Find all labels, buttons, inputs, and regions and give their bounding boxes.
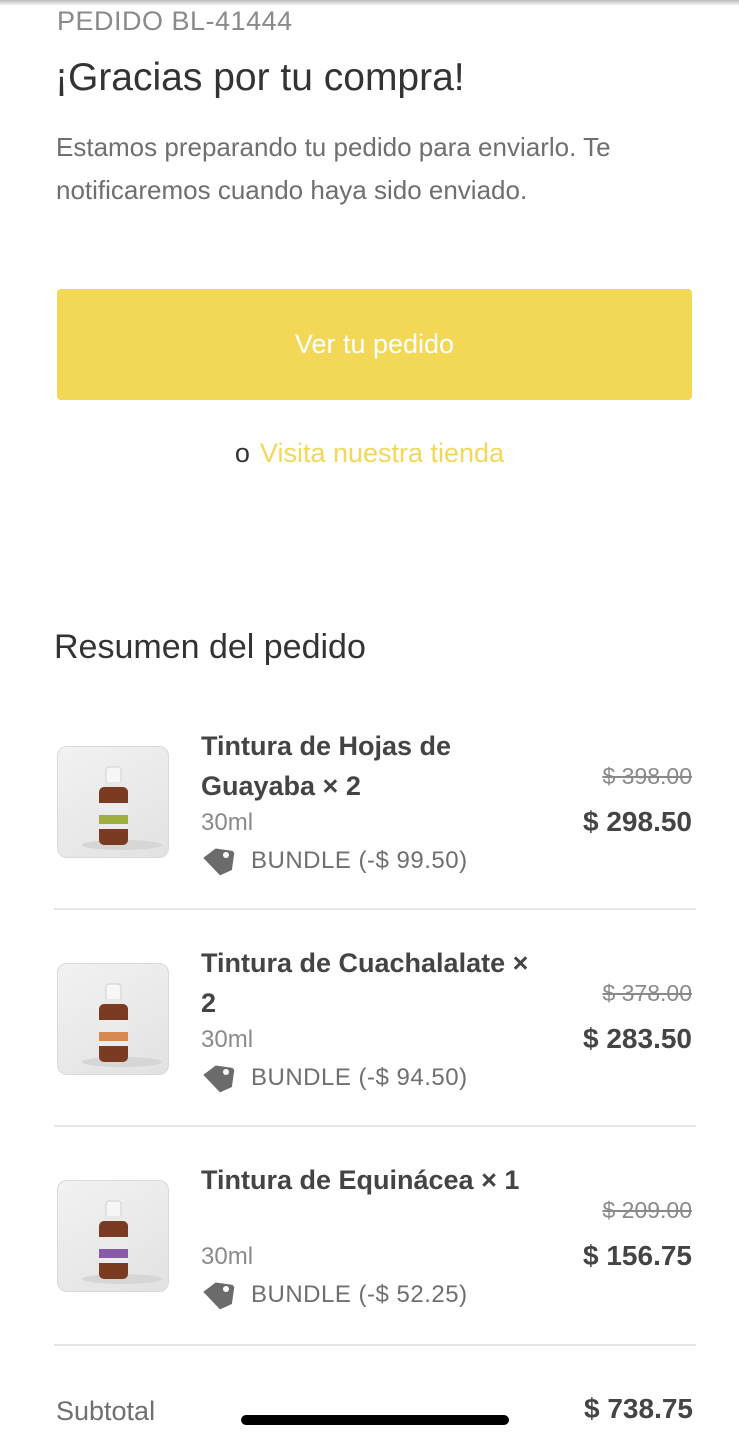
tincture-bottle-icon bbox=[82, 1200, 162, 1284]
view-order-button[interactable]: Ver tu pedido bbox=[57, 289, 692, 400]
tincture-bottle-icon bbox=[82, 983, 162, 1067]
divider bbox=[54, 1125, 696, 1127]
item-variant: 30ml bbox=[201, 1026, 254, 1053]
home-indicator[interactable] bbox=[241, 1415, 509, 1425]
product-image bbox=[57, 1180, 169, 1292]
tag-icon bbox=[203, 848, 235, 876]
item-price: $ 298.50 bbox=[583, 806, 692, 837]
product-label-band bbox=[99, 1249, 128, 1258]
tincture-bottle-icon bbox=[82, 766, 162, 850]
divider bbox=[54, 1344, 696, 1346]
original-price: $ 378.00 bbox=[602, 980, 692, 1006]
tag-icon bbox=[203, 1065, 235, 1093]
product-label-band bbox=[99, 815, 128, 824]
product-label-band bbox=[99, 1032, 128, 1041]
divider bbox=[54, 908, 696, 910]
order-line-item: Tintura de Hojas de Guayaba × 2 30ml BUN… bbox=[0, 726, 739, 936]
subtotal-value: $ 738.75 bbox=[584, 1393, 693, 1424]
or-text: o bbox=[234, 438, 250, 468]
item-price: $ 283.50 bbox=[583, 1023, 692, 1054]
intro-text: Estamos preparando tu pedido para enviar… bbox=[56, 132, 611, 205]
order-line-item: Tintura de Equinácea × 1 30ml BUNDLE (-$… bbox=[0, 1160, 739, 1370]
discount-label: BUNDLE (-$ 52.25) bbox=[251, 1281, 468, 1308]
page-title: ¡Gracias por tu compra! bbox=[55, 56, 465, 99]
subtotal-label: Subtotal bbox=[56, 1396, 156, 1426]
discount-row: BUNDLE (-$ 94.50) bbox=[201, 1063, 468, 1093]
discount-label: BUNDLE (-$ 94.50) bbox=[251, 1064, 468, 1091]
store-link-line: o Visita nuestra tienda bbox=[0, 438, 739, 469]
original-price: $ 209.00 bbox=[602, 1197, 692, 1223]
discount-row: BUNDLE (-$ 99.50) bbox=[201, 846, 468, 876]
order-summary-title: Resumen del pedido bbox=[54, 628, 366, 666]
item-name: Tintura de Hojas de Guayaba × 2 bbox=[201, 731, 452, 801]
original-price: $ 398.00 bbox=[602, 763, 692, 789]
item-variant: 30ml bbox=[201, 809, 254, 836]
item-name: Tintura de Equinácea × 1 bbox=[201, 1165, 520, 1195]
item-variant: 30ml bbox=[201, 1243, 254, 1270]
item-name: Tintura de Cuachalalate × 2 bbox=[201, 948, 529, 1018]
item-price: $ 156.75 bbox=[583, 1240, 692, 1271]
discount-label: BUNDLE (-$ 99.50) bbox=[251, 847, 468, 874]
product-image bbox=[57, 963, 169, 1075]
discount-row: BUNDLE (-$ 52.25) bbox=[201, 1280, 468, 1310]
order-number: PEDIDO BL-41444 bbox=[57, 6, 293, 36]
visit-store-link[interactable]: Visita nuestra tienda bbox=[260, 438, 504, 468]
product-image bbox=[57, 746, 169, 858]
order-line-item: Tintura de Cuachalalate × 2 30ml BUNDLE … bbox=[0, 943, 739, 1153]
tag-icon bbox=[203, 1282, 235, 1310]
